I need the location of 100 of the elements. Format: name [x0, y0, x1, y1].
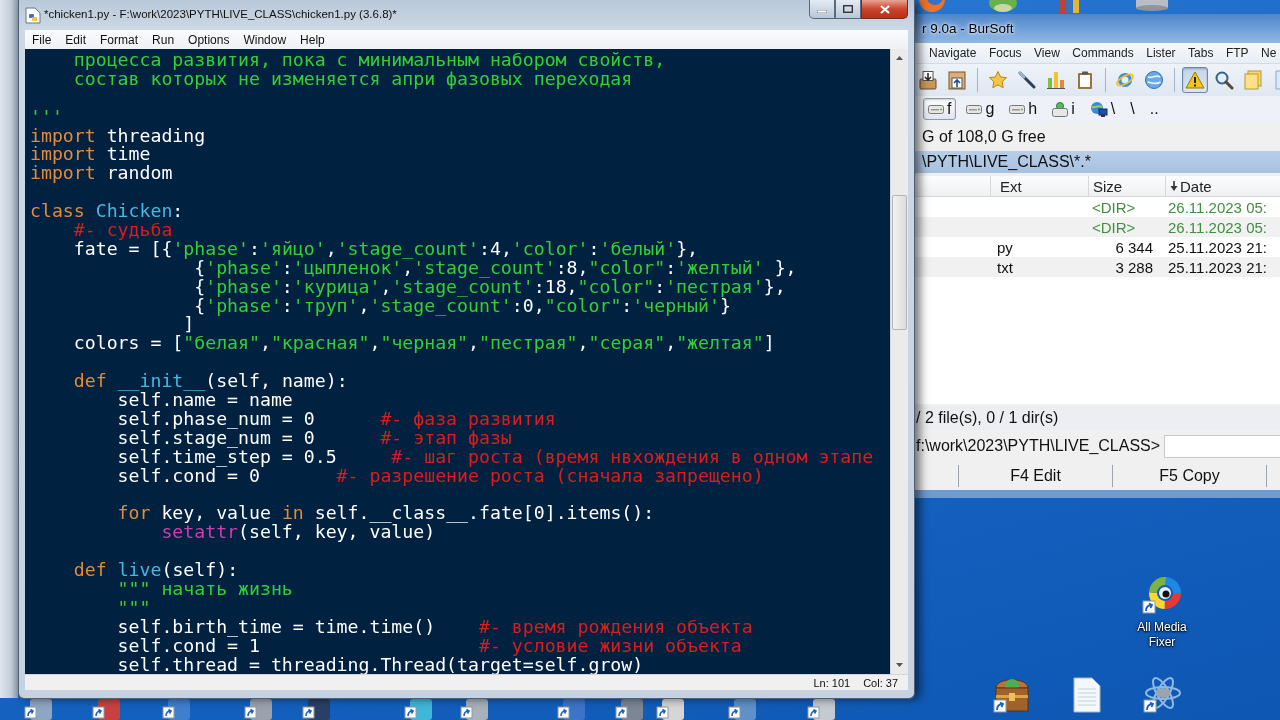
desktop-icon[interactable]	[162, 699, 192, 720]
sort-down-icon	[1170, 181, 1178, 191]
network-icon	[1089, 101, 1108, 117]
file-row[interactable]: <DIR> 26.11.2023 05:	[915, 217, 1280, 237]
code-line: self.birth_time = time.time() #- время рождения объекта	[117, 615, 753, 637]
column-header[interactable]: Size	[1088, 176, 1165, 196]
function-key-button[interactable]: F5 Copy	[1112, 465, 1266, 487]
drive-button[interactable]: ..	[1144, 98, 1164, 120]
file-row[interactable]: <DIR> 26.11.2023 05:	[915, 197, 1280, 217]
close-button[interactable]	[861, 0, 908, 19]
desktop-icon[interactable]	[460, 699, 490, 720]
atom-icon[interactable]	[1142, 675, 1182, 713]
table-cell: 26.11.2023 05:	[1168, 198, 1267, 216]
line-number-text: Ln: 101	[813, 676, 851, 689]
command-prompt: f:\work\2023\PYTH\LIVE_CLASS>	[916, 437, 1161, 455]
desktop-icon[interactable]	[656, 699, 686, 720]
menu-item[interactable]: Lister	[1146, 46, 1176, 60]
table-cell: 6 344	[1115, 238, 1153, 256]
menu-item[interactable]: Navigate	[929, 46, 977, 60]
scroll-up-icon[interactable]	[896, 56, 903, 60]
table-cell: 25.11.2023 21:	[1168, 238, 1267, 256]
star-icon	[987, 70, 1008, 90]
drive-button[interactable]: \	[1125, 98, 1140, 120]
code-line: colors = ["белая","красная","черная","пестрая","серая","желтая"]	[73, 332, 775, 354]
desktop-icon[interactable]	[728, 699, 758, 720]
maximize-button[interactable]	[835, 0, 861, 19]
maximize-icon	[843, 5, 853, 13]
menu-item[interactable]: FTP	[1225, 46, 1249, 60]
path-bar[interactable]: \PYTH\LIVE_CLASS\*.*	[915, 151, 1280, 173]
desktop-icon[interactable]	[244, 699, 274, 720]
table-cell: py	[997, 238, 1013, 256]
free-space-text: G of 108,0 G free	[922, 127, 1046, 146]
code-line: import threading	[30, 124, 206, 146]
menu-item[interactable]: Run	[145, 32, 182, 47]
globe-icon	[1144, 70, 1165, 90]
path-text: \PYTH\LIVE_CLASS\*.*	[922, 153, 1091, 171]
file-row[interactable]: txt 3 288 25.11.2023 21:	[915, 257, 1280, 277]
code-line: for key, value in self.__class__.fate[0].items():	[117, 502, 655, 524]
wand-icon	[1016, 70, 1037, 90]
desktop-icon[interactable]	[807, 699, 837, 720]
code-line: #- судьба	[73, 219, 173, 240]
minimize-icon	[817, 10, 827, 13]
desktop-icon[interactable]	[92, 699, 122, 720]
code-line: def __init__(self, name):	[73, 370, 348, 392]
desktop-icon[interactable]	[404, 699, 434, 720]
status-text: / 2 file(s), 0 / 1 dir(s)	[916, 409, 1059, 427]
function-key-button[interactable]: F4 Edit	[958, 465, 1112, 487]
download-icon	[917, 70, 938, 90]
minimize-button[interactable]	[809, 0, 835, 19]
drive-icon	[1009, 104, 1026, 114]
table-cell: 25.11.2023 21:	[1168, 258, 1267, 276]
file-row[interactable]: py 6 344 25.11.2023 21:	[915, 237, 1280, 257]
drive-button[interactable]: g	[961, 98, 1000, 120]
drive-button[interactable]: \	[1084, 98, 1121, 120]
close-icon	[879, 4, 890, 14]
network-drive-icon	[1052, 101, 1069, 117]
table-cell: <DIR>	[1092, 218, 1136, 236]
code-line: """	[117, 596, 151, 618]
table-cell: 3 288	[1115, 258, 1153, 276]
menu-item[interactable]: Edit	[58, 32, 94, 47]
table-cell: 26.11.2023 05:	[1168, 218, 1267, 236]
menu-item[interactable]: Ne	[1261, 46, 1277, 60]
desktop-icon[interactable]	[24, 699, 54, 720]
drive-button[interactable]: f	[923, 98, 957, 120]
column-header[interactable]: Date	[1165, 176, 1280, 196]
menu-item[interactable]: Window	[236, 32, 294, 47]
table-cell: <DIR>	[1092, 198, 1136, 216]
column-header[interactable]: Ext	[990, 176, 1088, 196]
menu-item[interactable]: Tabs	[1188, 46, 1214, 60]
drive-button[interactable]: h	[1004, 98, 1043, 120]
rainbow-ring-icon[interactable]	[1142, 576, 1182, 614]
notes-icon	[1243, 70, 1264, 90]
drive-button[interactable]: i	[1047, 98, 1080, 120]
window-title: *chicken1.py - F:\work\2023\PYTH\LIVE_CLASS\chicken1.py (3.6.8)*	[44, 8, 397, 20]
desktop-icon[interactable]	[615, 699, 645, 720]
desktop-icon[interactable]	[557, 699, 587, 720]
menu-item[interactable]: Commands	[1072, 46, 1134, 60]
menu-item[interactable]: File	[25, 32, 59, 47]
books-icon[interactable]	[1058, 0, 1080, 13]
scrollbar-thumb[interactable]	[892, 195, 907, 330]
drive-icon	[928, 104, 944, 114]
menu-item[interactable]: Focus	[988, 46, 1022, 60]
code-line: class Chicken:	[30, 200, 184, 222]
vertical-scrollbar[interactable]	[890, 49, 908, 674]
code-line: '''	[30, 105, 63, 127]
scroll-down-icon[interactable]	[896, 663, 903, 667]
window-title: r 9.0a - BurSoft	[922, 21, 1014, 36]
desktop-icon[interactable]	[302, 699, 332, 720]
menu-item[interactable]: Options	[181, 32, 237, 47]
menu-item[interactable]: Format	[93, 32, 146, 47]
document-icon[interactable]	[1073, 677, 1101, 713]
bar-chart-icon	[1045, 70, 1066, 90]
menu-item[interactable]: Help	[293, 32, 332, 47]
column-number-text: Col: 37	[863, 676, 898, 689]
drive-icon	[966, 104, 983, 114]
cylinder-icon[interactable]	[1134, 0, 1170, 11]
menu-item[interactable]: View	[1034, 46, 1060, 60]
frog-icon[interactable]	[988, 0, 1018, 13]
code-line: ]	[183, 313, 195, 335]
browser-icon[interactable]	[916, 0, 948, 13]
